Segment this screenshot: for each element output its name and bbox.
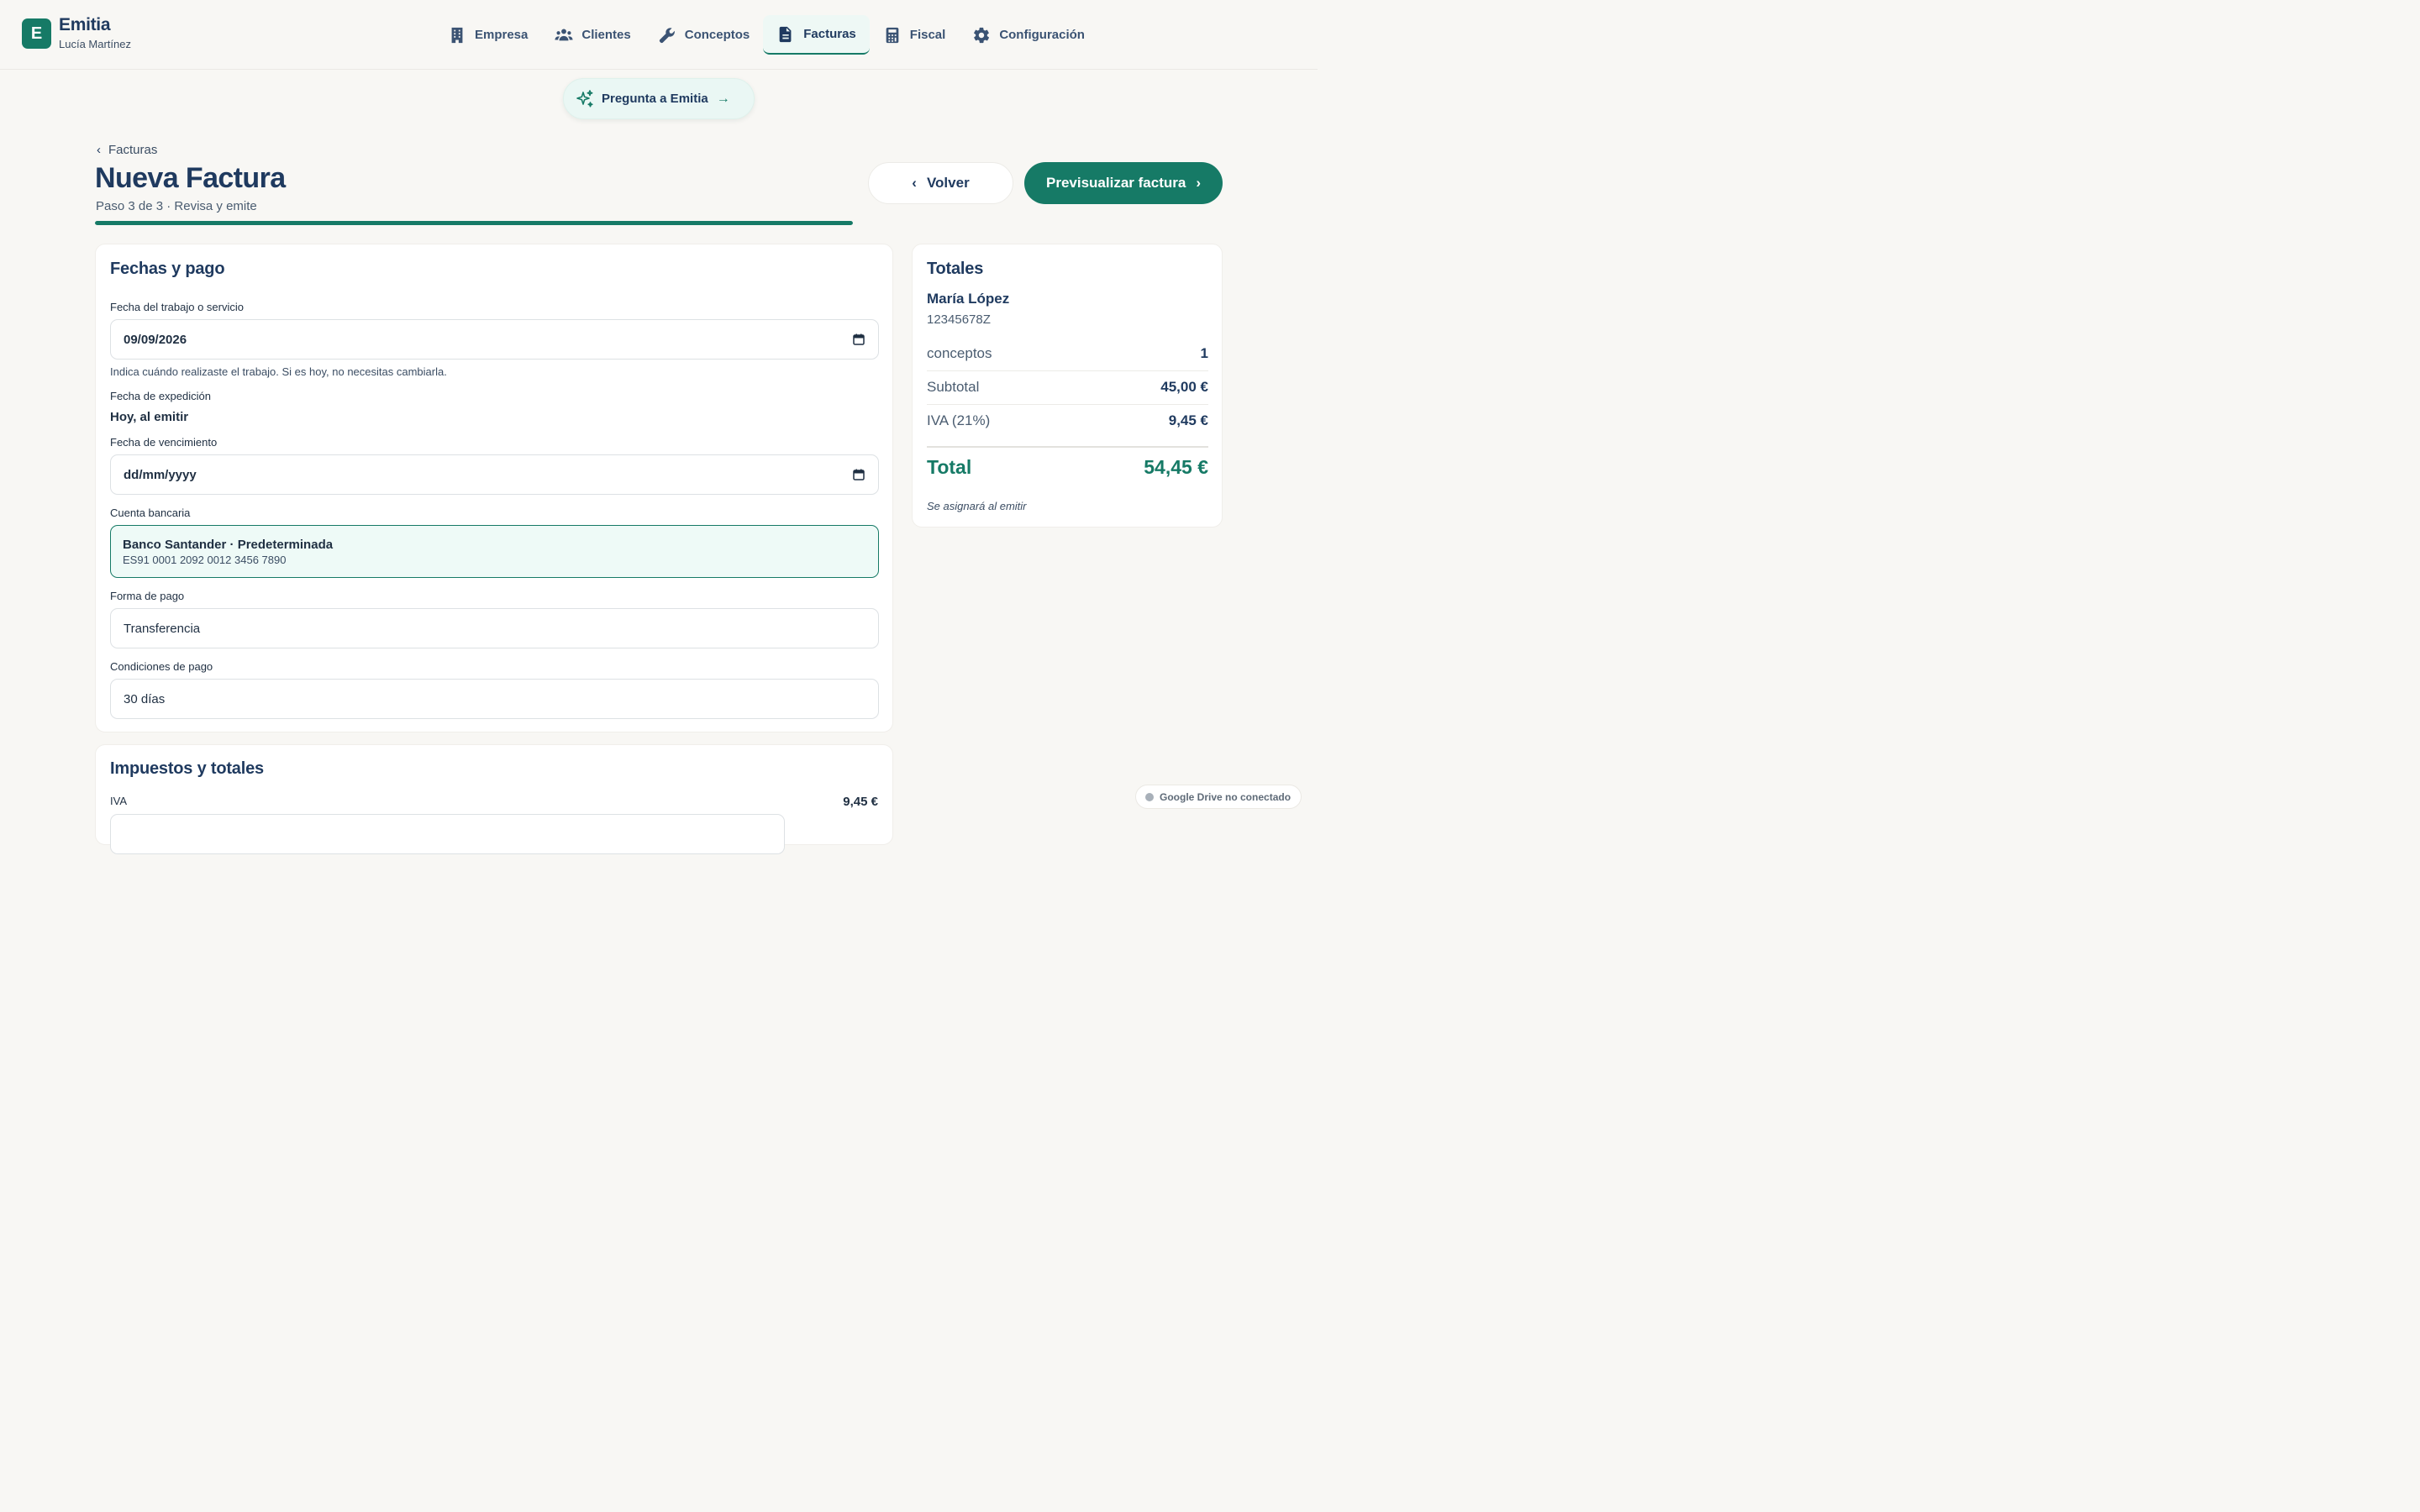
iva-amount: 9,45 € [843, 795, 878, 809]
totals-card: Totales María López 12345678Z conceptos … [912, 244, 1223, 528]
document-icon [779, 26, 792, 42]
step-indicator: Paso 3 de 3 · Revisa y emite [96, 199, 257, 213]
progress-fill [95, 221, 853, 225]
nav-item-conceptos[interactable]: Conceptos [644, 15, 764, 55]
chevron-right-icon: › [1196, 175, 1201, 191]
nav-label: Clientes [581, 28, 631, 42]
user-name: Lucía Martínez [59, 38, 131, 50]
iva-label: IVA [110, 795, 127, 807]
row-value: 45,00 € [1160, 379, 1208, 395]
payment-method-label: Forma de pago [110, 590, 185, 602]
due-date-label: Fecha de vencimiento [110, 436, 218, 449]
total-value: 54,45 € [1144, 456, 1208, 478]
divider [927, 446, 1208, 448]
status-dot [1145, 792, 1154, 801]
gear-icon [974, 27, 990, 43]
row-value: 1 [1200, 345, 1208, 361]
nav-item-facturas[interactable]: Facturas [763, 15, 870, 55]
total-row: Total 54,45 € [927, 456, 1208, 479]
work-date-value: 09/09/2026 [124, 332, 187, 347]
bank-account-label: Cuenta bancaria [110, 507, 191, 519]
ask-emitia-label: Pregunta a Emitia [602, 92, 708, 106]
progress-bar [95, 221, 853, 225]
chevron-left-icon: ‹ [97, 143, 101, 157]
nav-label: Facturas [803, 27, 856, 41]
drive-status-badge[interactable]: Google Drive no conectado [1135, 785, 1302, 809]
work-date-hint: Indica cuándo realizaste el trabajo. Si … [110, 365, 447, 378]
card-title: Fechas y pago [110, 260, 225, 278]
payment-method-value: Transferencia [124, 621, 201, 636]
row-value: 9,45 € [1168, 412, 1208, 428]
payment-terms-label: Condiciones de pago [110, 660, 213, 673]
calculator-icon [886, 27, 899, 43]
due-date-input[interactable]: dd/mm/yyyy [110, 454, 879, 495]
row-label: IVA (21%) [927, 412, 991, 428]
nav-item-empresa[interactable]: Empresa [434, 15, 541, 55]
bank-account-option[interactable]: Banco Santander · Predeterminada ES91 00… [110, 525, 879, 578]
breadcrumb[interactable]: ‹ Facturas [97, 143, 157, 157]
calendar-icon[interactable] [853, 333, 865, 345]
card-title: Totales [927, 260, 984, 278]
iva-select[interactable] [110, 814, 785, 854]
card-title: Impuestos y totales [110, 759, 264, 778]
row-label: Subtotal [927, 379, 980, 395]
nav-label: Empresa [475, 28, 529, 42]
chevron-left-icon: ‹ [912, 175, 917, 191]
sparkle-icon [576, 89, 593, 107]
payment-terms-value: 30 días [124, 691, 166, 706]
totals-row-subtotal: Subtotal 45,00 € [927, 370, 1208, 404]
calendar-icon[interactable] [853, 469, 865, 480]
client-name: María López [927, 291, 1010, 307]
nav-item-fiscal[interactable]: Fiscal [870, 15, 960, 55]
nav-item-clientes[interactable]: Clientes [541, 15, 644, 55]
row-label: conceptos [927, 345, 992, 361]
invoice-number-note: Se asignará al emitir [927, 500, 1027, 512]
ask-emitia-button[interactable]: Pregunta a Emitia → [563, 78, 755, 119]
work-date-label: Fecha del trabajo o servicio [110, 301, 244, 313]
nav-label: Configuración [999, 28, 1085, 42]
totals-row-iva: IVA (21%) 9,45 € [927, 404, 1208, 438]
preview-invoice-button[interactable]: Previsualizar factura › [1024, 162, 1223, 204]
dates-payment-card: Fechas y pago Fecha del trabajo o servic… [95, 244, 893, 732]
drive-status-label: Google Drive no conectado [1160, 790, 1292, 803]
issue-date-value: Hoy, al emitir [110, 410, 189, 424]
brand-name: Emitia [59, 15, 111, 34]
back-button[interactable]: ‹ Volver [868, 162, 1013, 204]
payment-terms-input[interactable]: 30 días [110, 679, 879, 719]
breadcrumb-label: Facturas [108, 143, 158, 157]
brand-logo: E [22, 18, 51, 49]
due-date-placeholder: dd/mm/yyyy [124, 467, 197, 482]
nav-item-configuracion[interactable]: Configuración [959, 15, 1098, 55]
payment-method-input[interactable]: Transferencia [110, 608, 879, 648]
client-nif: 12345678Z [927, 312, 991, 327]
bank-iban: ES91 0001 2092 0012 3456 7890 [123, 554, 287, 566]
arrow-right-icon: → [716, 91, 730, 106]
wrench-icon [659, 27, 675, 43]
nav-label: Fiscal [909, 28, 946, 42]
issue-date-label: Fecha de expedición [110, 390, 211, 402]
work-date-input[interactable]: 09/09/2026 [110, 319, 879, 360]
brand[interactable]: E Emitia Lucía Martínez [22, 15, 131, 50]
back-label: Volver [926, 175, 970, 191]
page-title: Nueva Factura [95, 162, 286, 194]
preview-label: Previsualizar factura [1046, 175, 1186, 191]
top-bar: E Emitia Lucía Martínez Empresa Clientes… [0, 0, 1318, 70]
bank-name: Banco Santander · Predeterminada [123, 538, 334, 552]
main-nav: Empresa Clientes Conceptos Facturas Fisc… [434, 15, 1098, 55]
users-icon [555, 28, 573, 40]
nav-label: Conceptos [684, 28, 750, 42]
total-label: Total [927, 456, 972, 478]
building-icon [451, 27, 463, 43]
taxes-card: Impuestos y totales IVA 9,45 € [95, 744, 893, 854]
totals-row-concepts: conceptos 1 [927, 337, 1208, 370]
